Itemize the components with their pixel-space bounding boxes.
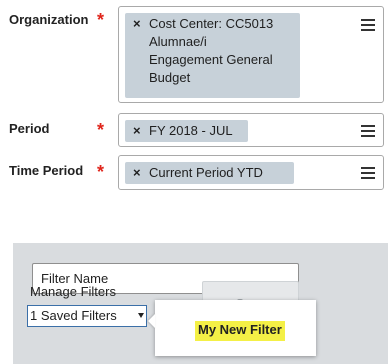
- organization-value-line-2: Alumnae/i: [149, 34, 207, 49]
- time-period-value: Current Period YTD: [149, 165, 263, 180]
- saved-filters-value: 1 Saved Filters: [30, 308, 117, 323]
- time-period-pill: × Current Period YTD: [125, 162, 294, 184]
- period-required-mark: *: [97, 120, 105, 140]
- saved-filters-select[interactable]: 1 Saved Filters: [27, 305, 147, 327]
- saved-filters-dropdown: My New Filter: [155, 300, 316, 356]
- time-period-label: Time Period: [9, 163, 84, 178]
- chevron-down-icon: [138, 313, 144, 318]
- period-list-menu-icon[interactable]: [361, 125, 375, 137]
- organization-required-mark: *: [97, 10, 105, 30]
- period-field[interactable]: × FY 2018 - JUL: [118, 113, 384, 147]
- remove-organization-icon[interactable]: ×: [133, 15, 141, 33]
- remove-period-icon[interactable]: ×: [133, 122, 141, 140]
- time-period-required-mark: *: [97, 162, 105, 182]
- organization-field[interactable]: × Cost Center: CC5013 Alumnae/i Engageme…: [118, 6, 384, 103]
- organization-pill: × Cost Center: CC5013 Alumnae/i Engageme…: [125, 13, 300, 98]
- organization-value-line-4: Budget: [149, 70, 191, 85]
- period-label: Period: [9, 121, 50, 136]
- remove-time-period-icon[interactable]: ×: [133, 164, 141, 182]
- period-pill: × FY 2018 - JUL: [125, 120, 248, 142]
- organization-list-menu-icon[interactable]: [361, 19, 375, 31]
- organization-value-line-3: Engagement General: [149, 52, 273, 67]
- period-value: FY 2018 - JUL: [149, 123, 233, 138]
- time-period-field[interactable]: × Current Period YTD: [118, 155, 384, 190]
- dropdown-item-my-new-filter[interactable]: My New Filter: [195, 321, 285, 341]
- time-period-list-menu-icon[interactable]: [361, 167, 375, 179]
- organization-label: Organization: [9, 12, 89, 27]
- organization-value-line-1: Cost Center: CC5013: [149, 16, 274, 31]
- manage-filters-label: Manage Filters: [30, 284, 116, 299]
